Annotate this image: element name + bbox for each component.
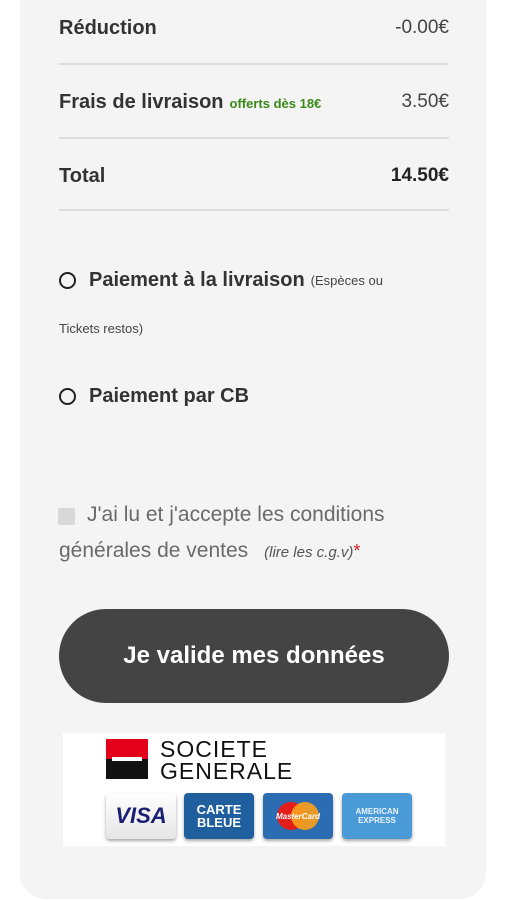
- reduction-value: -0.00€: [395, 17, 449, 38]
- delivery-label: Frais de livraison: [59, 90, 224, 113]
- total-row: Total 14.50€: [59, 160, 449, 192]
- terms-text-line2-wrap: générales de ventes (lire les c.g.v) *: [59, 539, 360, 563]
- cgv-link[interactable]: (lire les c.g.v): [264, 544, 353, 561]
- terms-text-line1: J'ai lu et j'accepte les conditions: [87, 503, 385, 526]
- carte-bleue-logo-icon: CARTE BLEUE: [184, 793, 254, 839]
- american-express-logo-icon: AMERICAN EXPRESS: [342, 793, 412, 839]
- amex-text-line2: EXPRESS: [358, 816, 396, 825]
- divider: [59, 137, 449, 139]
- delivery-value: 3.50€: [401, 91, 449, 112]
- amex-text-line1: AMERICAN: [355, 807, 399, 816]
- delivery-row: Frais de livraison offerts dès 18€ 3.50€: [59, 86, 449, 118]
- divider: [59, 63, 449, 65]
- cash-note: (Espèces ou: [310, 273, 383, 288]
- bank-name-line1: SOCIETE: [160, 736, 268, 762]
- card-radio[interactable]: [59, 388, 76, 405]
- payment-logos: SOCIETE GENERALE VISA CARTE BLEUE Master…: [63, 733, 445, 846]
- total-value: 14.50€: [390, 165, 449, 186]
- bank-name-line2: GENERALE: [160, 758, 294, 784]
- cash-note-continued: Tickets restos): [59, 321, 144, 336]
- cb-text-line2: BLEUE: [196, 815, 242, 830]
- payment-card-option[interactable]: Paiement par CB: [59, 385, 249, 408]
- validate-button[interactable]: Je valide mes données: [59, 609, 449, 703]
- reduction-row: Réduction -0.00€: [59, 12, 449, 44]
- required-asterisk: *: [353, 541, 361, 561]
- visa-logo-icon: VISA: [106, 793, 176, 839]
- card-label: Paiement par CB: [89, 385, 250, 407]
- terms-checkbox[interactable]: [58, 508, 75, 525]
- reduction-label: Réduction: [59, 16, 157, 39]
- bank-name: SOCIETE GENERALE: [160, 736, 294, 784]
- societe-generale-logo-icon: [106, 739, 148, 779]
- mastercard-logo-icon: MasterCard: [263, 793, 333, 839]
- visa-text: VISA: [115, 803, 167, 828]
- total-label: Total: [59, 164, 106, 187]
- cash-radio[interactable]: [59, 272, 76, 289]
- free-delivery-note: offerts dès 18€: [229, 95, 322, 111]
- cash-label: Paiement à la livraison: [89, 269, 305, 291]
- terms-text-line2: générales de ventes: [59, 539, 249, 562]
- payment-cash-option[interactable]: Paiement à la livraison (Espèces ou: [59, 269, 383, 292]
- mastercard-text: MasterCard: [275, 811, 320, 821]
- divider: [59, 209, 449, 211]
